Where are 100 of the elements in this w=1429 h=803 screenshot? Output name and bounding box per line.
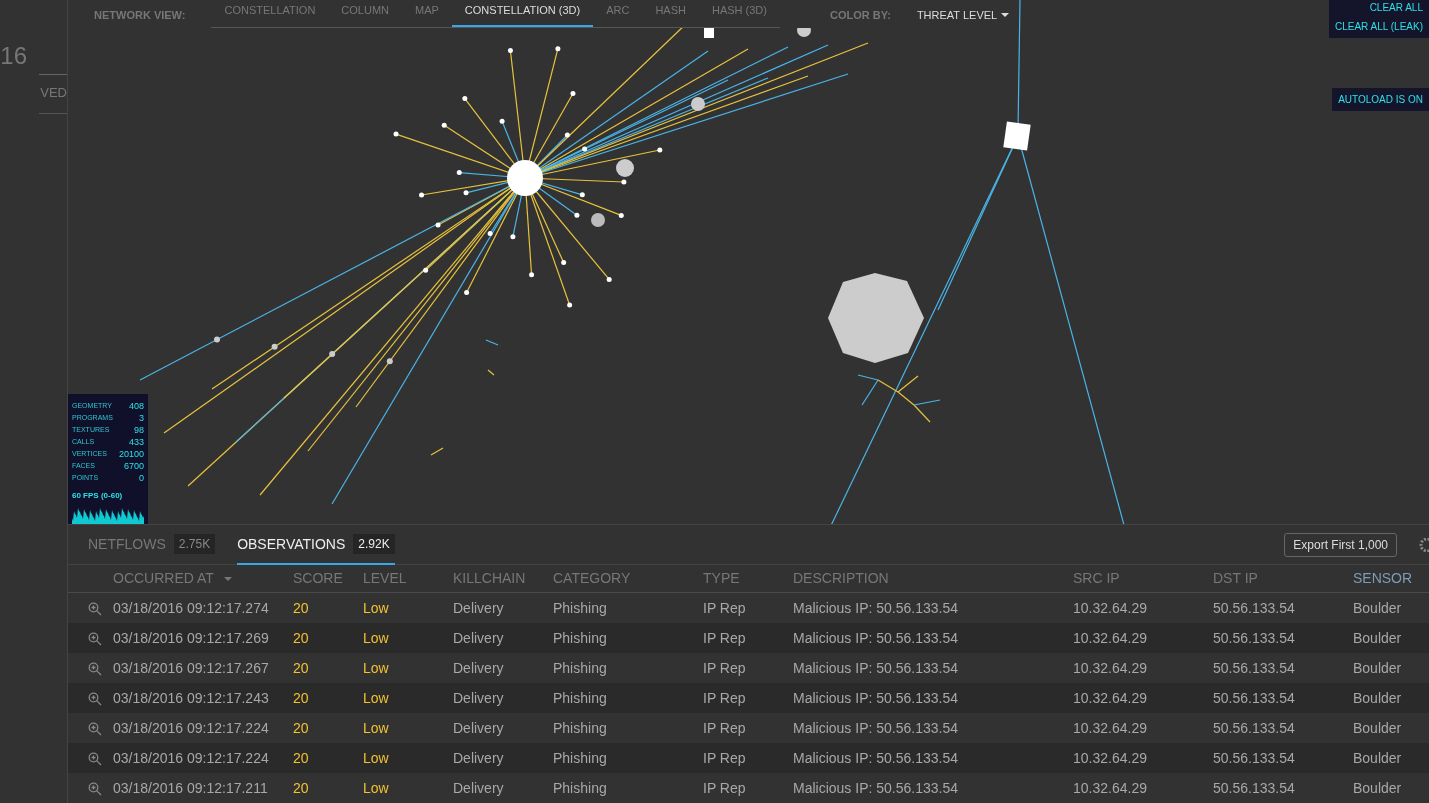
column-header[interactable]: SCORE <box>293 568 363 589</box>
node-dot <box>510 234 516 240</box>
node-dot <box>464 290 470 296</box>
table-cell-text: IP Rep <box>703 628 747 648</box>
node-dot <box>574 212 580 218</box>
table-cell-text: Low <box>363 628 390 648</box>
column-header[interactable]: SENSOR <box>1353 568 1429 589</box>
zoom-in-icon[interactable] <box>88 751 102 766</box>
view-tab[interactable]: COLUMN <box>328 2 402 27</box>
table-cell-text: Phishing <box>553 658 608 678</box>
stat-value: 433 <box>128 436 144 448</box>
view-tab[interactable]: HASH <box>642 2 699 27</box>
node-dot <box>435 222 441 228</box>
view-tab[interactable]: CONSTELLATION (3D) <box>451 2 594 27</box>
table-cell-text: Malicious IP: 50.56.133.54 <box>793 778 959 798</box>
view-tab[interactable]: HASH (3D) <box>698 2 780 27</box>
column-header[interactable]: SRC IP <box>1073 568 1213 589</box>
clear-button[interactable]: CLEAR ALL (LEAK) <box>1335 19 1423 34</box>
table-cell-text: 20 <box>293 718 310 738</box>
table-cell-text: 50.56.133.54 <box>1213 628 1296 648</box>
node-dot <box>329 351 336 357</box>
stat-value: 20100 <box>118 448 144 460</box>
node-dot <box>487 230 493 236</box>
column-header[interactable]: KILLCHAIN <box>453 568 553 589</box>
zoom-in-icon[interactable] <box>88 691 102 706</box>
color-by-dropdown[interactable]: THREAT LEVEL <box>916 6 1010 23</box>
table-cell-text: 03/18/2016 09:12:17.224 <box>113 718 270 738</box>
table-cell-text: 03/18/2016 09:12:17.274 <box>113 598 270 618</box>
table-cell-text: Delivery <box>453 628 505 648</box>
node-dot <box>393 131 399 137</box>
table-cell-text: Phishing <box>553 748 608 768</box>
table-cell-text: Malicious IP: 50.56.133.54 <box>793 718 959 738</box>
table-cell-text: 03/18/2016 09:12:17.224 <box>113 748 270 768</box>
table-cell-text: Malicious IP: 50.56.133.54 <box>793 658 959 678</box>
stat-value: 98 <box>134 424 144 436</box>
table-cell-text: 20 <box>293 778 310 798</box>
zoom-in-icon[interactable] <box>88 601 102 616</box>
table-cell-text: Boulder <box>1353 748 1403 768</box>
cube-node <box>704 28 714 38</box>
node-dot <box>271 343 278 350</box>
table-cell-text: 20 <box>293 598 310 618</box>
node-dot <box>618 212 624 218</box>
column-header[interactable]: LEVEL <box>363 568 453 589</box>
column-header[interactable]: DST IP <box>1213 568 1353 589</box>
table-cell-text: 50.56.133.54 <box>1213 658 1296 678</box>
table-cell-text: 10.32.64.29 <box>1073 778 1148 798</box>
table-cell-text: Boulder <box>1353 688 1403 708</box>
zoom-in-icon[interactable] <box>88 721 102 736</box>
table-cell-text: 03/18/2016 09:12:17.269 <box>113 628 270 648</box>
table-cell-text: Low <box>363 658 390 678</box>
table-cell-text: 50.56.133.54 <box>1213 598 1296 618</box>
clear-button[interactable]: CLEAR ALL <box>1369 0 1423 15</box>
table-cell-text: 10.32.64.29 <box>1073 658 1148 678</box>
table-cell-text: Malicious IP: 50.56.133.54 <box>793 688 959 708</box>
node-dot <box>591 213 605 227</box>
column-header[interactable]: TYPE <box>703 568 793 589</box>
settings-icon[interactable] <box>1419 537 1429 552</box>
table-cell-text: Delivery <box>453 778 505 798</box>
node-dot <box>579 192 585 198</box>
table-cell-text: 20 <box>293 628 310 648</box>
table-cell-text: Low <box>363 748 390 768</box>
column-header[interactable]: DESCRIPTION <box>793 568 1073 589</box>
node-dot <box>582 146 588 152</box>
table-cell-text: Malicious IP: 50.56.133.54 <box>793 628 959 648</box>
column-header[interactable]: CATEGORY <box>553 568 703 589</box>
sort-caret-icon <box>223 576 232 581</box>
zoom-in-icon[interactable] <box>88 631 102 646</box>
caret-icon <box>1001 12 1010 17</box>
table-cell-text: Boulder <box>1353 628 1403 648</box>
view-tab[interactable]: ARC <box>593 2 643 27</box>
view-tab[interactable]: MAP <box>402 2 452 27</box>
table-cell-text: 20 <box>293 658 310 678</box>
table-cell-text: Boulder <box>1353 598 1403 618</box>
table-cell-text: Delivery <box>453 598 505 618</box>
cube-node <box>1003 121 1031 151</box>
table-cell-text: 50.56.133.54 <box>1213 718 1296 738</box>
table-cell-text: 50.56.133.54 <box>1213 748 1296 768</box>
sidebar-label: VED <box>39 83 67 114</box>
table-cell-text: Low <box>363 778 390 798</box>
data-tab[interactable]: NETFLOWS 2.75K <box>88 524 216 565</box>
node-dot <box>463 190 469 196</box>
view-tab[interactable]: CONSTELLATION <box>211 2 329 27</box>
stat-value: 6700 <box>123 460 144 472</box>
table-cell-text: 03/18/2016 09:12:17.243 <box>113 688 270 708</box>
node-dot <box>561 260 567 265</box>
table-cell-text: Delivery <box>453 748 505 768</box>
table-cell-text: Phishing <box>553 598 608 618</box>
data-tab[interactable]: OBSERVATIONS 2.92K <box>237 524 395 565</box>
table-cell-text: 20 <box>293 688 310 708</box>
table-cell-text: IP Rep <box>703 718 747 738</box>
node-dot <box>386 358 393 365</box>
node-dot <box>691 97 705 111</box>
zoom-in-icon[interactable] <box>88 661 102 676</box>
export-button[interactable]: Export First 1,000 <box>1284 532 1397 557</box>
table-cell-text: 10.32.64.29 <box>1073 718 1148 738</box>
column-header[interactable]: OCCURRED AT <box>113 568 293 589</box>
node-dot <box>419 192 425 198</box>
table-cell-text: Phishing <box>553 778 608 798</box>
zoom-in-icon[interactable] <box>88 781 102 796</box>
node-dot <box>462 96 468 102</box>
